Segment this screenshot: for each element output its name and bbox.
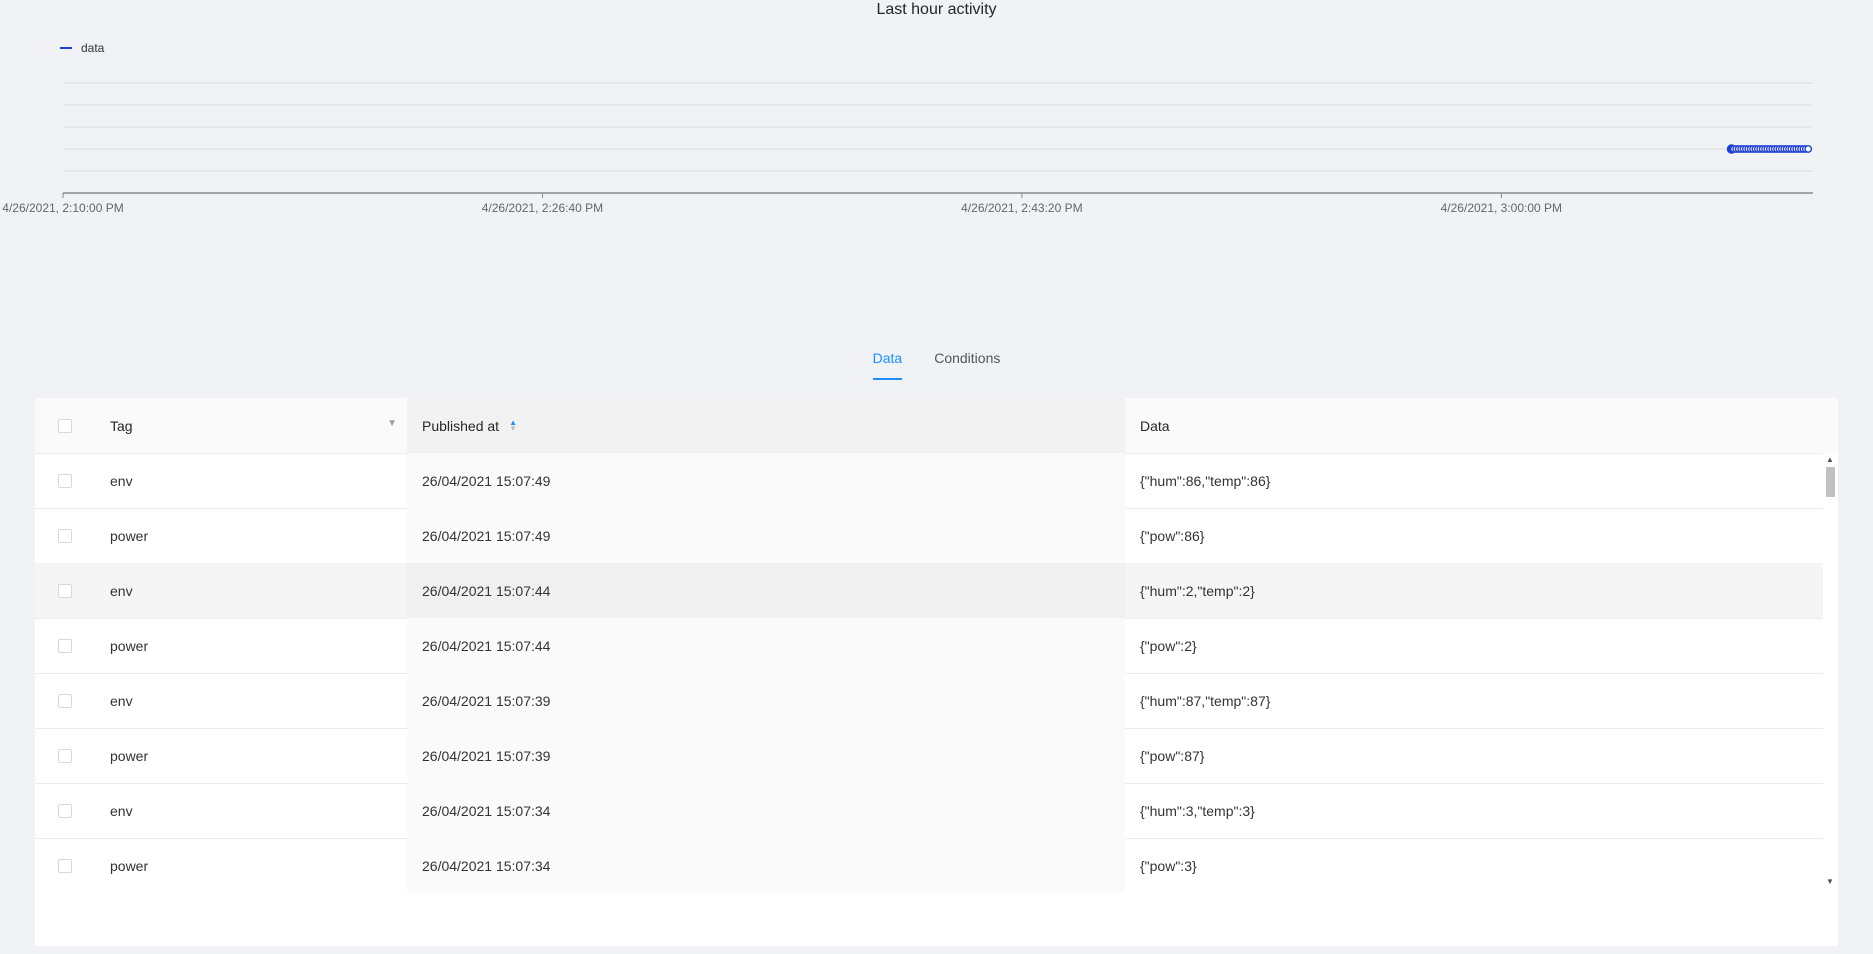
cell-tag: power xyxy=(110,637,149,654)
cell-data: {"pow":2} xyxy=(1140,637,1197,654)
filter-icon[interactable]: ▼ xyxy=(387,418,397,429)
cell-tag: env xyxy=(110,802,133,819)
cell-data: {"pow":86} xyxy=(1140,527,1205,544)
cell-published: 26/04/2021 15:07:49 xyxy=(407,508,1125,563)
cell-data: {"pow":3} xyxy=(1140,857,1197,874)
scroll-down-icon[interactable]: ▼ xyxy=(1826,877,1834,886)
tab-conditions[interactable]: Conditions xyxy=(934,350,1000,380)
column-header-tag[interactable]: Tag ▼ xyxy=(95,398,407,453)
data-point xyxy=(1804,145,1813,153)
cell-published: 26/04/2021 15:07:34 xyxy=(407,783,1125,838)
chart-grid xyxy=(63,82,1813,172)
table-scrollbar[interactable]: ▲ ▼ xyxy=(1823,453,1838,888)
cell-published: 26/04/2021 15:07:49 xyxy=(407,453,1125,508)
table-row[interactable]: env 26/04/2021 15:07:44 {"hum":2,"temp":… xyxy=(35,563,1823,619)
x-tick-label: 4/26/2021, 2:43:20 PM xyxy=(961,201,1082,215)
cell-tag: env xyxy=(110,692,133,709)
row-checkbox[interactable] xyxy=(58,528,72,543)
row-checkbox[interactable] xyxy=(58,583,72,598)
table-row[interactable]: env 26/04/2021 15:07:34 {"hum":3,"temp":… xyxy=(35,783,1823,839)
column-header-data: Data xyxy=(1140,417,1170,434)
row-checkbox[interactable] xyxy=(58,858,72,873)
cell-data: {"pow":87} xyxy=(1140,747,1205,764)
cell-tag: power xyxy=(110,527,149,544)
x-tick-label: 4/26/2021, 2:10:00 PM xyxy=(2,201,123,215)
tab-data[interactable]: Data xyxy=(872,350,903,380)
cell-published: 26/04/2021 15:07:44 xyxy=(407,618,1125,673)
row-checkbox[interactable] xyxy=(58,748,72,763)
data-table: Tag ▼ Published at ▲ ▼ Data env 26/04/202… xyxy=(35,398,1838,946)
cell-published: 26/04/2021 15:07:44 xyxy=(407,563,1125,618)
cell-data: {"hum":87,"temp":87} xyxy=(1140,692,1271,709)
row-checkbox[interactable] xyxy=(58,638,72,653)
row-checkbox[interactable] xyxy=(58,803,72,818)
cell-tag: power xyxy=(110,857,149,874)
row-checkbox[interactable] xyxy=(58,693,72,708)
table-row[interactable]: power 26/04/2021 15:07:39 {"pow":87} xyxy=(35,728,1823,784)
cell-published: 26/04/2021 15:07:39 xyxy=(407,673,1125,728)
table-header-row: Tag ▼ Published at ▲ ▼ Data xyxy=(35,398,1838,454)
cell-data: {"hum":86,"temp":86} xyxy=(1140,472,1271,489)
x-tick-label: 4/26/2021, 3:00:00 PM xyxy=(1441,201,1562,215)
sort-icon[interactable]: ▲ ▼ xyxy=(509,418,517,432)
select-all-checkbox[interactable] xyxy=(58,418,72,433)
cell-tag: power xyxy=(110,747,149,764)
cell-data: {"hum":2,"temp":2} xyxy=(1140,582,1255,599)
table-row[interactable]: power 26/04/2021 15:07:44 {"pow":2} xyxy=(35,618,1823,674)
table-row[interactable]: power 26/04/2021 15:07:49 {"pow":86} xyxy=(35,508,1823,564)
x-ticks: 4/26/2021, 2:10:00 PM 4/26/2021, 2:26:40 … xyxy=(2,193,1562,215)
scroll-up-icon[interactable]: ▲ xyxy=(1826,455,1834,464)
x-tick-label: 4/26/2021, 2:26:40 PM xyxy=(482,201,603,215)
cell-published: 26/04/2021 15:07:39 xyxy=(407,728,1125,783)
cell-tag: env xyxy=(110,582,133,599)
table-row[interactable]: power 26/04/2021 15:07:34 {"pow":3} xyxy=(35,838,1823,893)
tab-bar: Data Conditions xyxy=(0,350,1873,380)
column-header-published[interactable]: Published at ▲ ▼ xyxy=(407,398,1125,453)
cell-published: 26/04/2021 15:07:34 xyxy=(407,838,1125,893)
scroll-thumb[interactable] xyxy=(1826,467,1835,497)
table-row[interactable]: env 26/04/2021 15:07:49 {"hum":86,"temp"… xyxy=(35,453,1823,509)
table-row[interactable]: env 26/04/2021 15:07:39 {"hum":87,"temp"… xyxy=(35,673,1823,729)
activity-chart: 4/26/2021, 2:10:00 PM 4/26/2021, 2:26:40 … xyxy=(2,82,1813,215)
data-series xyxy=(1726,144,1813,154)
cell-tag: env xyxy=(110,472,133,489)
cell-data: {"hum":3,"temp":3} xyxy=(1140,802,1255,819)
row-checkbox[interactable] xyxy=(58,473,72,488)
